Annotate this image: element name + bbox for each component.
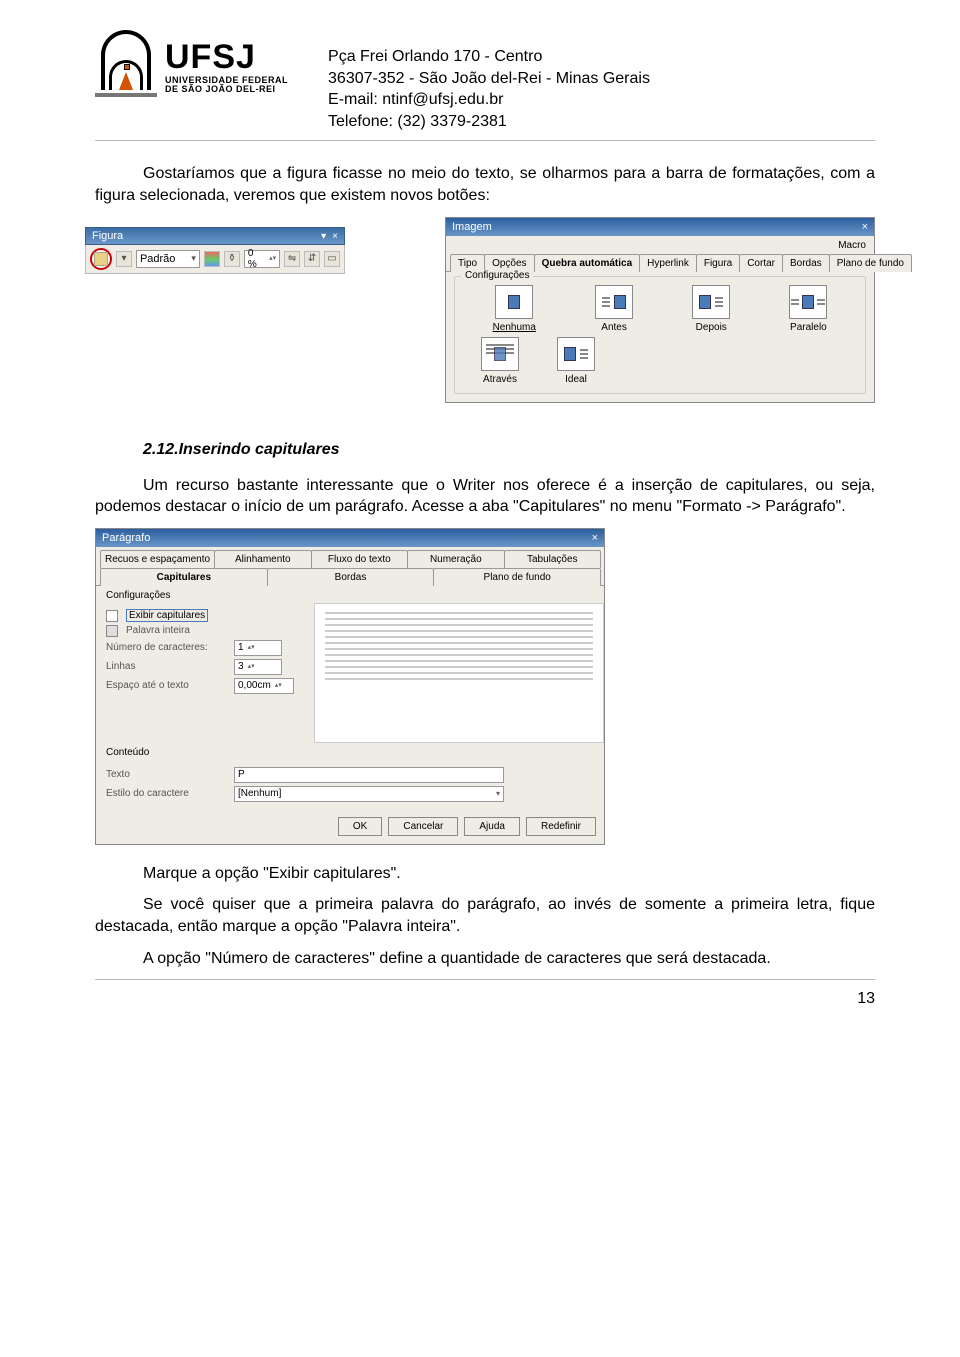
close-icon[interactable]: × bbox=[332, 231, 338, 242]
wrap-option-ideal[interactable]: Ideal bbox=[557, 337, 595, 385]
tab-fluxo[interactable]: Fluxo do texto bbox=[311, 550, 408, 568]
redefinir-button[interactable]: Redefinir bbox=[526, 817, 596, 836]
linhas-label: Linhas bbox=[106, 661, 226, 672]
macro-label[interactable]: Macro bbox=[838, 240, 866, 251]
tab-numeracao[interactable]: Numeração bbox=[407, 550, 504, 568]
tab-bar: Tipo Opções Quebra automática Hyperlink … bbox=[446, 251, 874, 272]
logo-sub2: DE SÃO JOÃO DEL-REI bbox=[165, 85, 288, 94]
section-title: 2.12.Inserindo capitulares bbox=[143, 441, 875, 459]
texto-label: Texto bbox=[106, 769, 226, 780]
flip-v-button[interactable]: ⇵ bbox=[304, 251, 320, 267]
dropdown-button[interactable]: ▾ bbox=[116, 251, 132, 267]
page-header: UFSJ UNIVERSIDADE FEDERAL DE SÃO JOÃO DE… bbox=[95, 30, 875, 132]
tab-hyperlink[interactable]: Hyperlink bbox=[639, 254, 697, 272]
close-icon[interactable]: × bbox=[862, 221, 868, 233]
num-caracteres-label: Número de caracteres: bbox=[106, 642, 226, 653]
group-conteudo: Conteúdo bbox=[106, 747, 604, 758]
wrap-option-atraves[interactable]: Através bbox=[481, 337, 519, 385]
properties-button[interactable]: ▭ bbox=[324, 251, 340, 267]
chevron-down-icon[interactable]: ▾ bbox=[321, 231, 326, 242]
contact-line: Pça Frei Orlando 170 - Centro bbox=[328, 46, 875, 68]
tab-bordas[interactable]: Bordas bbox=[267, 568, 435, 586]
tab-plano-de-fundo[interactable]: Plano de fundo bbox=[829, 254, 912, 272]
tab-capitulares[interactable]: Capitulares bbox=[100, 568, 268, 586]
exibir-capitulares-label: Exibir capitulares bbox=[126, 609, 208, 622]
page-number: 13 bbox=[95, 990, 875, 1008]
style-select[interactable]: Padrão bbox=[136, 250, 200, 268]
tab-alinhamento[interactable]: Alinhamento bbox=[214, 550, 311, 568]
paragrafo-dialog-screenshot: Parágrafo × Recuos e espaçamento Alinham… bbox=[95, 528, 605, 845]
logo-name: UFSJ bbox=[165, 40, 288, 76]
zoom-stepper[interactable]: 0 % bbox=[244, 250, 280, 268]
anchor-button[interactable] bbox=[90, 248, 112, 270]
divider bbox=[95, 979, 875, 980]
preview-pane bbox=[314, 603, 604, 743]
tab-figura[interactable]: Figura bbox=[696, 254, 740, 272]
flip-h-button[interactable]: ⇋ bbox=[284, 251, 300, 267]
tab-plano-fundo[interactable]: Plano de fundo bbox=[433, 568, 601, 586]
wrap-option-antes[interactable]: Antes bbox=[595, 285, 633, 333]
paragraph: A opção "Número de caracteres" define a … bbox=[95, 948, 875, 970]
contact-block: Pça Frei Orlando 170 - Centro 36307-352 … bbox=[328, 30, 875, 132]
fieldset-label: Configurações bbox=[461, 270, 533, 281]
exibir-capitulares-checkbox[interactable] bbox=[106, 610, 118, 622]
paragraph: Um recurso bastante interessante que o W… bbox=[95, 475, 875, 518]
arch-icon bbox=[95, 30, 157, 105]
texto-input[interactable]: P bbox=[234, 767, 504, 783]
espaco-stepper[interactable]: 0,00cm bbox=[234, 678, 294, 694]
paragraph: Marque a opção "Exibir capitulares". bbox=[95, 863, 875, 885]
close-icon[interactable]: × bbox=[592, 532, 598, 544]
cancelar-button[interactable]: Cancelar bbox=[388, 817, 458, 836]
dialog-title: Imagem bbox=[452, 221, 492, 233]
num-caracteres-stepper[interactable]: 1 bbox=[234, 640, 282, 656]
image-icon bbox=[94, 252, 108, 266]
dialog-title: Parágrafo bbox=[102, 532, 150, 544]
palavra-inteira-checkbox[interactable] bbox=[106, 625, 118, 637]
contact-line: Telefone: (32) 3379-2381 bbox=[328, 111, 875, 133]
tab-tabulacoes[interactable]: Tabulações bbox=[504, 550, 601, 568]
paragraph: Gostaríamos que a figura ficasse no meio… bbox=[95, 163, 875, 206]
estilo-select[interactable]: [Nenhum] bbox=[234, 786, 504, 802]
divider bbox=[95, 140, 875, 141]
color-button[interactable] bbox=[204, 251, 220, 267]
wrap-option-paralelo[interactable]: Paralelo bbox=[789, 285, 827, 333]
tab-bordas[interactable]: Bordas bbox=[782, 254, 830, 272]
tab-quebra-automatica[interactable]: Quebra automática bbox=[534, 254, 641, 272]
transparency-icon: ⚱ bbox=[224, 251, 240, 267]
tab-cortar[interactable]: Cortar bbox=[739, 254, 783, 272]
palavra-inteira-label: Palavra inteira bbox=[126, 625, 246, 636]
wrap-option-nenhuma[interactable]: Nenhuma bbox=[493, 285, 536, 333]
group-configuracoes: Configurações bbox=[106, 590, 604, 601]
linhas-stepper[interactable]: 3 bbox=[234, 659, 282, 675]
toolbar-title: Figura bbox=[92, 230, 123, 242]
ufsj-logo: UFSJ UNIVERSIDADE FEDERAL DE SÃO JOÃO DE… bbox=[95, 30, 288, 105]
wrap-option-depois[interactable]: Depois bbox=[692, 285, 730, 333]
imagem-dialog-screenshot: Imagem × Macro Tipo Opções Quebra automá… bbox=[445, 217, 875, 403]
ok-button[interactable]: OK bbox=[338, 817, 382, 836]
figura-toolbar-screenshot: Figura ▾ × ▾ Padrão ⚱ 0 % ⇋ ⇵ ▭ bbox=[85, 227, 345, 274]
estilo-label: Estilo do caractere bbox=[106, 788, 226, 799]
tab-recuos[interactable]: Recuos e espaçamento bbox=[100, 550, 215, 568]
paragraph: Se você quiser que a primeira palavra do… bbox=[95, 894, 875, 937]
ajuda-button[interactable]: Ajuda bbox=[464, 817, 520, 836]
contact-line: E-mail: ntinf@ufsj.edu.br bbox=[328, 89, 875, 111]
espaco-label: Espaço até o texto bbox=[106, 680, 226, 691]
contact-line: 36307-352 - São João del-Rei - Minas Ger… bbox=[328, 68, 875, 90]
